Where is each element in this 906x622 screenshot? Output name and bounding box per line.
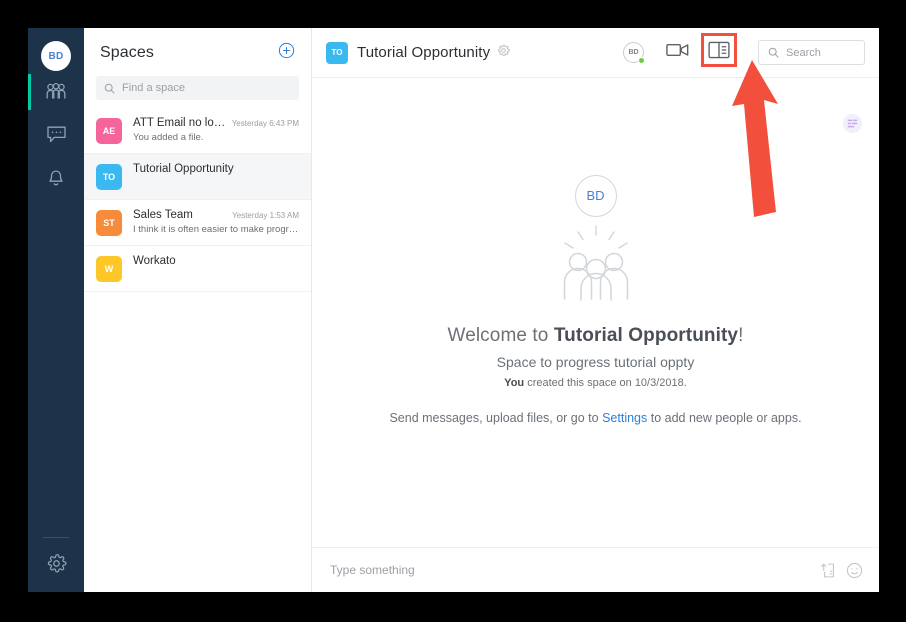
space-preview: You added a file. bbox=[133, 132, 204, 143]
header-space-avatar: TO bbox=[326, 41, 348, 64]
space-name: Sales Team bbox=[133, 209, 193, 221]
panel-toggle-button[interactable] bbox=[701, 33, 737, 67]
space-body: Workato bbox=[133, 255, 299, 267]
welcome-area: BD Welcome to Tutorial Opportunity! Spac… bbox=[312, 78, 879, 547]
space-name: ATT Email no longe… bbox=[133, 117, 228, 129]
space-header: TO Tutorial Opportunity BD bbox=[312, 28, 879, 78]
search-icon bbox=[768, 47, 779, 58]
hint-after: to add new people or apps. bbox=[647, 410, 802, 425]
search-icon bbox=[104, 83, 115, 94]
created-by: You bbox=[504, 376, 525, 389]
space-title-row: ATT Email no longe…Yesterday 6:43 PM bbox=[133, 117, 299, 129]
space-name: Workato bbox=[133, 255, 176, 267]
main-panel: TO Tutorial Opportunity BD Search BD Wel… bbox=[312, 28, 879, 592]
space-timestamp: Yesterday 1:53 AM bbox=[232, 211, 299, 220]
smiley-icon[interactable] bbox=[846, 562, 863, 579]
list-item[interactable]: TO Tutorial Opportunity bbox=[84, 154, 311, 200]
settings-button[interactable] bbox=[28, 546, 84, 586]
space-body: ATT Email no longe…Yesterday 6:43 PM You … bbox=[133, 117, 299, 143]
space-preview: I think it is often easier to make progr… bbox=[133, 224, 299, 235]
people-icon bbox=[45, 82, 67, 102]
welcome-hint: Send messages, upload files, or go to Se… bbox=[389, 411, 801, 425]
space-list: AE ATT Email no longe…Yesterday 6:43 PM Yo… bbox=[84, 108, 311, 592]
sidebar-item-spaces[interactable] bbox=[28, 71, 84, 113]
add-space-button[interactable] bbox=[278, 42, 295, 64]
find-space-box[interactable] bbox=[96, 76, 299, 100]
spaces-panel: Spaces AE ATT Email no longe…Yesterday 6:… bbox=[84, 28, 312, 592]
space-body: Sales Team Yesterday 1:53 AM I think it is… bbox=[133, 209, 299, 235]
presence-avatar[interactable]: BD bbox=[623, 42, 645, 64]
space-title: Tutorial Opportunity bbox=[357, 44, 491, 61]
bell-icon bbox=[46, 166, 66, 187]
upload-file-icon[interactable] bbox=[819, 562, 836, 579]
space-avatar: AE bbox=[96, 118, 122, 144]
space-body: Tutorial Opportunity bbox=[133, 163, 299, 175]
space-title-row: Workato bbox=[133, 255, 299, 267]
message-composer bbox=[312, 547, 879, 592]
welcome-suffix: ! bbox=[738, 324, 744, 346]
created-text: created this space on 10/3/2018. bbox=[524, 376, 687, 389]
search-input[interactable] bbox=[786, 46, 855, 59]
sidebar-item-notifications[interactable] bbox=[28, 155, 84, 197]
bot-badge-icon[interactable] bbox=[843, 114, 862, 133]
list-item[interactable]: W Workato bbox=[84, 246, 311, 292]
space-name: Tutorial Opportunity bbox=[133, 163, 234, 175]
webex-teams-window: BD Spaces Find a space AE ATT Email no l… bbox=[28, 28, 879, 592]
search-box[interactable] bbox=[758, 40, 865, 65]
welcome-created-line: You created this space on 10/3/2018. bbox=[504, 377, 687, 389]
find-space-input[interactable] bbox=[122, 82, 291, 94]
plus-circle-icon bbox=[278, 42, 295, 64]
video-camera-icon bbox=[666, 41, 690, 64]
space-avatar: TO bbox=[96, 164, 122, 190]
page-title: Spaces bbox=[100, 44, 154, 61]
list-item[interactable]: ST Sales Team Yesterday 1:53 AM I think it … bbox=[84, 200, 311, 246]
welcome-prefix: Welcome to bbox=[447, 324, 554, 346]
space-title-row: Sales Team Yesterday 1:53 AM bbox=[133, 209, 299, 221]
nav-divider bbox=[43, 537, 69, 538]
nav-rail: BD bbox=[28, 28, 84, 592]
list-item[interactable]: AE ATT Email no longe…Yesterday 6:43 PM Yo… bbox=[84, 108, 311, 154]
gear-icon bbox=[497, 44, 511, 62]
gear-icon bbox=[46, 553, 67, 579]
three-people-icon bbox=[553, 224, 639, 307]
welcome-heading: Welcome to Tutorial Opportunity! bbox=[448, 325, 744, 347]
welcome-space-name: Tutorial Opportunity bbox=[553, 324, 739, 346]
presence-status-dot bbox=[638, 57, 645, 64]
space-settings-button[interactable] bbox=[497, 44, 511, 62]
space-avatar: W bbox=[96, 256, 122, 282]
welcome-subtitle: Space to progress tutorial oppty bbox=[496, 353, 695, 370]
welcome-avatar: BD bbox=[574, 174, 617, 217]
space-avatar: ST bbox=[96, 210, 122, 236]
space-title-row: Tutorial Opportunity bbox=[133, 163, 299, 175]
chat-bubble-icon bbox=[46, 124, 67, 144]
settings-link[interactable]: Settings bbox=[602, 411, 647, 425]
sidebar-panel-icon bbox=[708, 41, 730, 64]
video-call-button[interactable] bbox=[666, 41, 690, 64]
hint-before: Send messages, upload files, or go to bbox=[389, 410, 603, 425]
avatar[interactable]: BD bbox=[41, 41, 71, 71]
sidebar-item-messages[interactable] bbox=[28, 113, 84, 155]
message-input[interactable] bbox=[330, 563, 809, 577]
spaces-header: Spaces bbox=[84, 28, 311, 72]
space-timestamp: Yesterday 6:43 PM bbox=[231, 119, 299, 128]
